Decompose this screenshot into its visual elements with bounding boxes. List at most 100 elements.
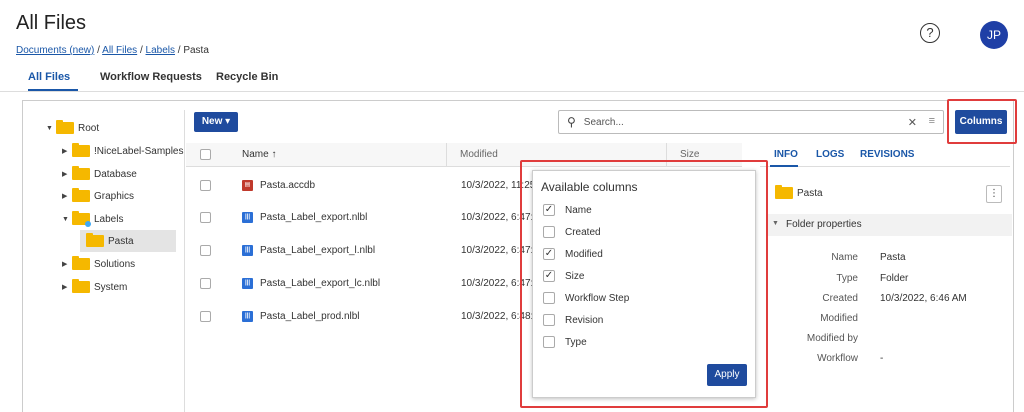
column-option-name[interactable]: ✓ Name [543,202,592,218]
row-checkbox[interactable] [200,278,211,289]
filter-icon[interactable]: ≡ [929,115,935,127]
caret-right-icon[interactable]: ▶ [62,283,72,291]
column-checkbox[interactable] [543,226,555,238]
active-tab-indicator [28,89,78,91]
caret-down-icon[interactable]: ▼ [772,220,779,227]
prop-value-workflow: - [880,353,884,364]
folder-icon [72,279,90,293]
tab-workflow-requests[interactable]: Workflow Requests [100,71,202,83]
available-columns-popup: Available columns ✓ Name Created ✓ Modif… [532,170,756,398]
column-checkbox[interactable] [543,314,555,326]
column-checkbox[interactable]: ✓ [543,204,555,216]
caret-right-icon[interactable]: ▶ [62,260,72,268]
caret-right-icon[interactable]: ▶ [62,170,72,178]
tree-item-solutions[interactable]: ▶ Solutions [62,254,135,274]
breadcrumb-current: Pasta [183,45,209,56]
caret-right-icon[interactable]: ▶ [62,147,72,155]
file-name[interactable]: Pasta_Label_export_l.nlbl [260,245,375,256]
column-option-type[interactable]: Type [543,334,587,350]
search-placeholder: Search... [583,116,624,128]
clear-icon[interactable]: ✕ [908,116,917,129]
folder-icon [72,211,91,227]
columns-button[interactable]: Columns [955,110,1007,134]
column-option-revision[interactable]: Revision [543,312,603,328]
column-header-size[interactable]: Size [680,149,699,160]
tree-item-pasta[interactable]: Pasta [86,231,134,251]
row-checkbox[interactable] [200,311,211,322]
column-divider[interactable] [446,143,447,167]
caret-right-icon[interactable]: ▶ [62,192,72,200]
row-checkbox[interactable] [200,180,211,191]
column-checkbox[interactable]: ✓ [543,270,555,282]
popup-title: Available columns [541,180,638,194]
row-checkbox[interactable] [200,245,211,256]
prop-label-modified: Modified [820,313,858,324]
label-file-icon: ||| [242,311,253,322]
breadcrumb-link-all-files[interactable]: All Files [102,45,137,56]
folder-properties-header[interactable]: ▼ Folder properties [766,214,1012,236]
section-label: Folder properties [786,219,862,230]
prop-value-type: Folder [880,273,909,284]
file-name[interactable]: Pasta.accdb [260,180,315,191]
breadcrumb-link-documents[interactable]: Documents (new) [16,45,94,56]
apply-button[interactable]: Apply [707,364,747,386]
tree-item-labels[interactable]: ▼ Labels [62,209,123,229]
database-file-icon: ▤ [242,180,253,191]
column-option-created[interactable]: Created [543,224,601,240]
tab-info[interactable]: INFO [774,149,798,160]
file-name[interactable]: Pasta_Label_export_lc.nlbl [260,278,380,289]
new-button[interactable]: New ▾ [194,112,238,132]
folder-icon [72,166,90,180]
breadcrumb-link-labels[interactable]: Labels [146,45,175,56]
column-option-workflow-step[interactable]: Workflow Step [543,290,629,306]
file-name[interactable]: Pasta_Label_export.nlbl [260,212,367,223]
prop-label-modified-by: Modified by [806,333,858,344]
file-name[interactable]: Pasta_Label_prod.nlbl [260,311,360,322]
column-checkbox[interactable] [543,336,555,348]
top-tabs: All Files Workflow Requests Recycle Bin [0,66,1024,92]
caret-down-icon[interactable]: ▼ [62,216,72,223]
tree-item-database[interactable]: ▶ Database [62,164,137,184]
column-header-modified[interactable]: Modified [460,149,498,160]
folder-icon [86,233,104,247]
tree-item-nicelabel-samples[interactable]: ▶ !NiceLabel-Samples [62,141,184,161]
prop-label-type: Type [836,273,858,284]
tree-item-system[interactable]: ▶ System [62,277,127,297]
shared-badge-icon [85,221,91,227]
avatar[interactable]: JP [980,21,1008,49]
panel-folder-name: Pasta [797,187,823,199]
label-file-icon: ||| [242,245,253,256]
folder-icon [72,188,90,202]
column-option-label: Workflow Step [565,292,630,304]
tree-item-label: Database [94,168,137,180]
tree-item-label: !NiceLabel-Samples [94,145,184,157]
column-checkbox[interactable] [543,292,555,304]
column-option-size[interactable]: ✓ Size [543,268,584,284]
label-file-icon: ||| [242,278,253,289]
column-checkbox[interactable]: ✓ [543,248,555,260]
row-checkbox[interactable] [200,212,211,223]
help-icon[interactable]: ? [920,23,940,43]
tree-item-label: System [94,281,128,293]
tab-recycle-bin[interactable]: Recycle Bin [216,71,278,83]
tree-item-label: Graphics [94,190,135,202]
column-option-label: Modified [565,248,603,260]
panel-folder-title: Pasta [775,185,823,199]
search-input[interactable]: ⚲ Search... ✕ ≡ [558,110,944,134]
tab-logs[interactable]: LOGS [816,149,844,160]
select-all-checkbox[interactable] [200,149,211,160]
page-title: All Files [16,12,87,34]
column-option-label: Type [565,336,587,348]
column-header-name[interactable]: Name ↑ [242,149,276,160]
prop-value-name: Pasta [880,252,906,263]
tab-all-files[interactable]: All Files [28,71,70,83]
column-option-label: Name [565,204,592,216]
tree-item-label: Pasta [108,235,134,247]
prop-label-name: Name [831,252,858,263]
tab-revisions[interactable]: REVISIONS [860,149,914,160]
more-options-icon[interactable]: ⋮ [986,185,1002,203]
tree-item-root[interactable]: ▼ Root [46,118,99,138]
column-option-modified[interactable]: ✓ Modified [543,246,603,262]
tree-item-graphics[interactable]: ▶ Graphics [62,186,134,206]
caret-down-icon[interactable]: ▼ [46,125,56,132]
